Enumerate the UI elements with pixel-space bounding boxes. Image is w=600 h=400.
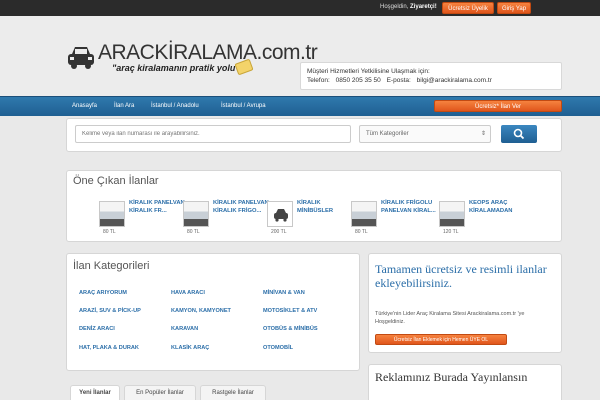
listing-thumbnail[interactable] (267, 201, 293, 227)
category-link[interactable]: KLASİK ARAÇ (171, 345, 209, 351)
category-select[interactable]: Tüm Kategoriler ⇕ (359, 125, 491, 143)
nav-istanbul-anadolu[interactable]: İstanbul / Anadolu (151, 103, 199, 109)
listing-price: 80 TL (355, 229, 368, 235)
contact-title: Müşteri Hizmetleri Yetkilisine Ulaşmak i… (307, 68, 430, 75)
listing-thumbnail[interactable] (99, 201, 125, 227)
listing-title[interactable]: KİRALIK FRİGOLU PANELVAN KİRAL... (381, 199, 439, 215)
contact-details: Telefon: 0850 205 35 50 E-posta: bilgi@a… (307, 76, 555, 85)
featured-item[interactable]: KİRALIK MİNİBÜSLER 200 TL (267, 199, 357, 239)
category-link[interactable]: HAVA ARACI (171, 290, 205, 296)
featured-item[interactable]: KİRALIK FRİGOLU PANELVAN KİRAL... 80 TL (351, 199, 441, 239)
category-link[interactable]: OTOMOBİL (263, 345, 293, 351)
category-link[interactable]: ARAZİ, SUV & PİCK-UP (79, 308, 141, 314)
register-button[interactable]: Ücretsiz Üyelik (442, 2, 494, 14)
listing-thumbnail[interactable] (183, 201, 209, 227)
listing-price: 80 TL (187, 229, 200, 235)
search-input[interactable] (75, 125, 351, 143)
car-logo-icon[interactable] (66, 44, 96, 70)
tab-popular-listings[interactable]: En Popüler İlanlar (124, 385, 196, 400)
featured-item[interactable]: KEOPS ARAÇ KİRALAMADAN 120 TL (439, 199, 529, 239)
listing-title[interactable]: KİRALIK MİNİBÜSLER (297, 199, 355, 215)
site-tagline: "araç kiralamanın pratik yolu" (112, 63, 240, 73)
listing-price: 200 TL (271, 229, 287, 235)
site-logo-text[interactable]: ARACKİRALAMA.com.tr (98, 41, 318, 65)
greeting-text: Hoşgeldin, (380, 4, 409, 10)
category-link[interactable]: DENİZ ARACI (79, 326, 115, 332)
ads-headline: Reklamınız Burada Yayınlansın (375, 370, 528, 384)
categories-title: İlan Kategorileri (73, 260, 150, 272)
email-label: E-posta: (386, 77, 411, 84)
main-nav: Anasayfa İlan Ara İstanbul / Anadolu İst… (0, 96, 600, 116)
post-listing-button[interactable]: Ücretsiz* İlan Ver (434, 100, 562, 112)
email-address[interactable]: bilgi@arackiralama.com.tr (417, 77, 492, 84)
listing-price: 80 TL (103, 229, 116, 235)
listing-title[interactable]: KEOPS ARAÇ KİRALAMADAN (469, 199, 527, 215)
search-icon (513, 128, 525, 140)
listing-title[interactable]: KİRALIK PANELVAN KİRALIK FRİGO... (213, 199, 271, 215)
listing-thumbnail[interactable] (439, 201, 465, 227)
header: ARACKİRALAMA.com.tr "araç kiralamanın pr… (0, 16, 600, 96)
category-link[interactable]: KAMYON, KAMYONET (171, 308, 231, 314)
phone-label: Telefon: (307, 77, 330, 84)
featured-listings-panel: Öne Çıkan İlanlar KİRALIK PANELVAN KİRAL… (66, 170, 562, 242)
nav-home[interactable]: Anasayfa (72, 103, 97, 109)
search-bar: Tüm Kategoriler ⇕ (66, 118, 562, 152)
listing-price: 120 TL (443, 229, 459, 235)
category-select-value: Tüm Kategoriler (366, 131, 409, 137)
ads-panel: Reklamınız Burada Yayınlansın (368, 364, 562, 400)
login-button[interactable]: Giriş Yap (497, 2, 531, 14)
category-link[interactable]: MOTOSİKLET & ATV (263, 308, 317, 314)
promo-headline: Tamamen ücretsiz ve resimli ilanlar ekle… (375, 262, 547, 290)
search-button[interactable] (501, 125, 537, 143)
promo-signup-button[interactable]: Ücretsiz İlan Eklemek için Hemen ÜYE OL (375, 334, 507, 345)
category-link[interactable]: OTOBÜS & MİNİBÜS (263, 326, 318, 332)
contact-box: Müşteri Hizmetleri Yetkilisine Ulaşmak i… (300, 62, 562, 90)
promo-panel: Tamamen ücretsiz ve resimli ilanlar ekle… (368, 253, 562, 353)
categories-panel: İlan Kategorileri ARAÇ ARIYORUM HAVA ARA… (66, 253, 360, 371)
nav-istanbul-avrupa[interactable]: İstanbul / Avrupa (221, 103, 266, 109)
phone-number: 0850 205 35 50 (335, 77, 381, 84)
tab-random-listings[interactable]: Rastgele İlanlar (200, 385, 266, 400)
greeting: Hoşgeldin, Ziyaretçi! (380, 4, 437, 10)
featured-title: Öne Çıkan İlanlar (73, 175, 159, 187)
car-placeholder-icon (274, 209, 288, 222)
top-bar: Hoşgeldin, Ziyaretçi! Ücretsiz Üyelik Gi… (0, 0, 600, 16)
category-link[interactable]: KARAVAN (171, 326, 198, 332)
nav-search-listings[interactable]: İlan Ara (114, 103, 134, 109)
category-link[interactable]: ARAÇ ARIYORUM (79, 290, 127, 296)
category-link[interactable]: MİNİVAN & VAN (263, 290, 305, 296)
tab-new-listings[interactable]: Yeni İlanlar (70, 385, 120, 400)
featured-item[interactable]: KİRALIK PANELVAN KİRALIK FRİGO... 80 TL (183, 199, 273, 239)
category-link[interactable]: HAT, PLAKA & DURAK (79, 345, 139, 351)
featured-item[interactable]: KİRALIK PANELVAN KİRALIK FR... 80 TL (99, 199, 189, 239)
promo-text: Türkiye'nin Lider Araç Kiralama Sitesi A… (375, 311, 525, 325)
listing-title[interactable]: KİRALIK PANELVAN KİRALIK FR... (129, 199, 187, 215)
listing-thumbnail[interactable] (351, 201, 377, 227)
chevron-down-icon: ⇕ (480, 131, 486, 137)
greeting-user: Ziyaretçi! (410, 4, 437, 10)
